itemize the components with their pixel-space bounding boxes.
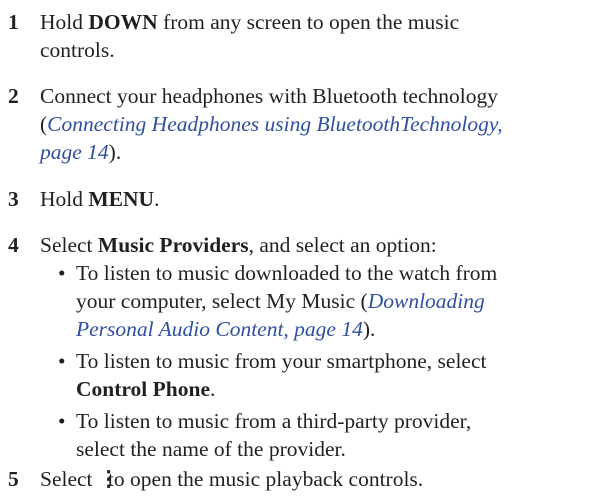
option-menu-name: Control Phone	[76, 377, 210, 401]
option-text-post: .	[210, 377, 216, 401]
option-line: Personal Audio Content, page 14).	[76, 315, 601, 343]
option-line: select the name of the provider.	[76, 437, 346, 461]
step-text: Select Music Providers, and select an op…	[40, 231, 600, 259]
cross-reference-link[interactable]: Downloading	[368, 289, 485, 313]
step-text: Select ⋮to open the music playback contr…	[40, 465, 600, 493]
option-line: To listen to music from a third-party pr…	[76, 409, 472, 433]
option-line: Control Phone.	[76, 375, 601, 403]
step-text-pre: Hold	[40, 10, 89, 34]
option-text: To listen to music from your smartphone,…	[76, 347, 601, 403]
close-paren: ).	[108, 140, 122, 164]
option-text: To listen to music downloaded to the wat…	[76, 259, 601, 343]
option-text: To listen to music from a third-party pr…	[76, 407, 601, 463]
step-text-post: to open the music playback controls.	[107, 467, 424, 491]
close-paren: ).	[362, 317, 376, 341]
option-text-pre: your computer, select My Music (	[76, 289, 368, 313]
step-text-post: .	[154, 187, 160, 211]
step-text-post: , and select an option:	[248, 233, 437, 257]
step-line: Hold DOWN from any screen to open the mu…	[40, 8, 600, 36]
step-text-post: from any screen to open the music	[157, 10, 460, 34]
step-line: Select Music Providers, and select an op…	[40, 231, 600, 259]
step-text-pre: Select	[40, 233, 98, 257]
step-number: 4	[8, 233, 19, 257]
option-line: To listen to music downloaded to the wat…	[76, 261, 498, 285]
option-line: To listen to music from your smartphone,…	[76, 349, 487, 373]
bullet-icon: •	[58, 349, 66, 373]
step-number: 2	[8, 84, 19, 108]
step-line: page 14).	[40, 138, 600, 166]
step-button-name: MENU	[88, 187, 155, 211]
step-menu-name: Music Providers	[97, 233, 249, 257]
step-button-name: DOWN	[88, 10, 158, 34]
step-text: Connect your headphones with Bluetooth t…	[40, 82, 600, 166]
step-line: Select ⋮to open the music playback contr…	[40, 465, 600, 493]
step-text: Hold MENU.	[40, 185, 600, 213]
step-line: controls.	[40, 38, 115, 62]
instruction-document: 1 Hold DOWN from any screen to open the …	[0, 0, 605, 498]
step-number: 3	[8, 187, 19, 211]
cross-reference-link[interactable]: Connecting Headphones using BluetoothTec…	[47, 112, 502, 136]
bullet-icon: •	[58, 409, 66, 433]
step-text-pre: Select	[40, 467, 98, 491]
step-text-pre: Hold	[40, 187, 89, 211]
step-text: Hold DOWN from any screen to open the mu…	[40, 8, 600, 64]
cross-reference-link[interactable]: page 14	[40, 140, 109, 164]
step-line: (Connecting Headphones using BluetoothTe…	[40, 110, 600, 138]
step-line: Hold MENU.	[40, 185, 600, 213]
step-number: 1	[8, 10, 19, 34]
cross-reference-link[interactable]: Personal Audio Content, page 14	[76, 317, 363, 341]
step-number: 5	[8, 467, 19, 491]
bullet-icon: •	[58, 261, 66, 285]
more-options-icon: ⋮	[97, 467, 120, 491]
option-line: your computer, select My Music (Download…	[76, 287, 601, 315]
step-line: Connect your headphones with Bluetooth t…	[40, 84, 498, 108]
